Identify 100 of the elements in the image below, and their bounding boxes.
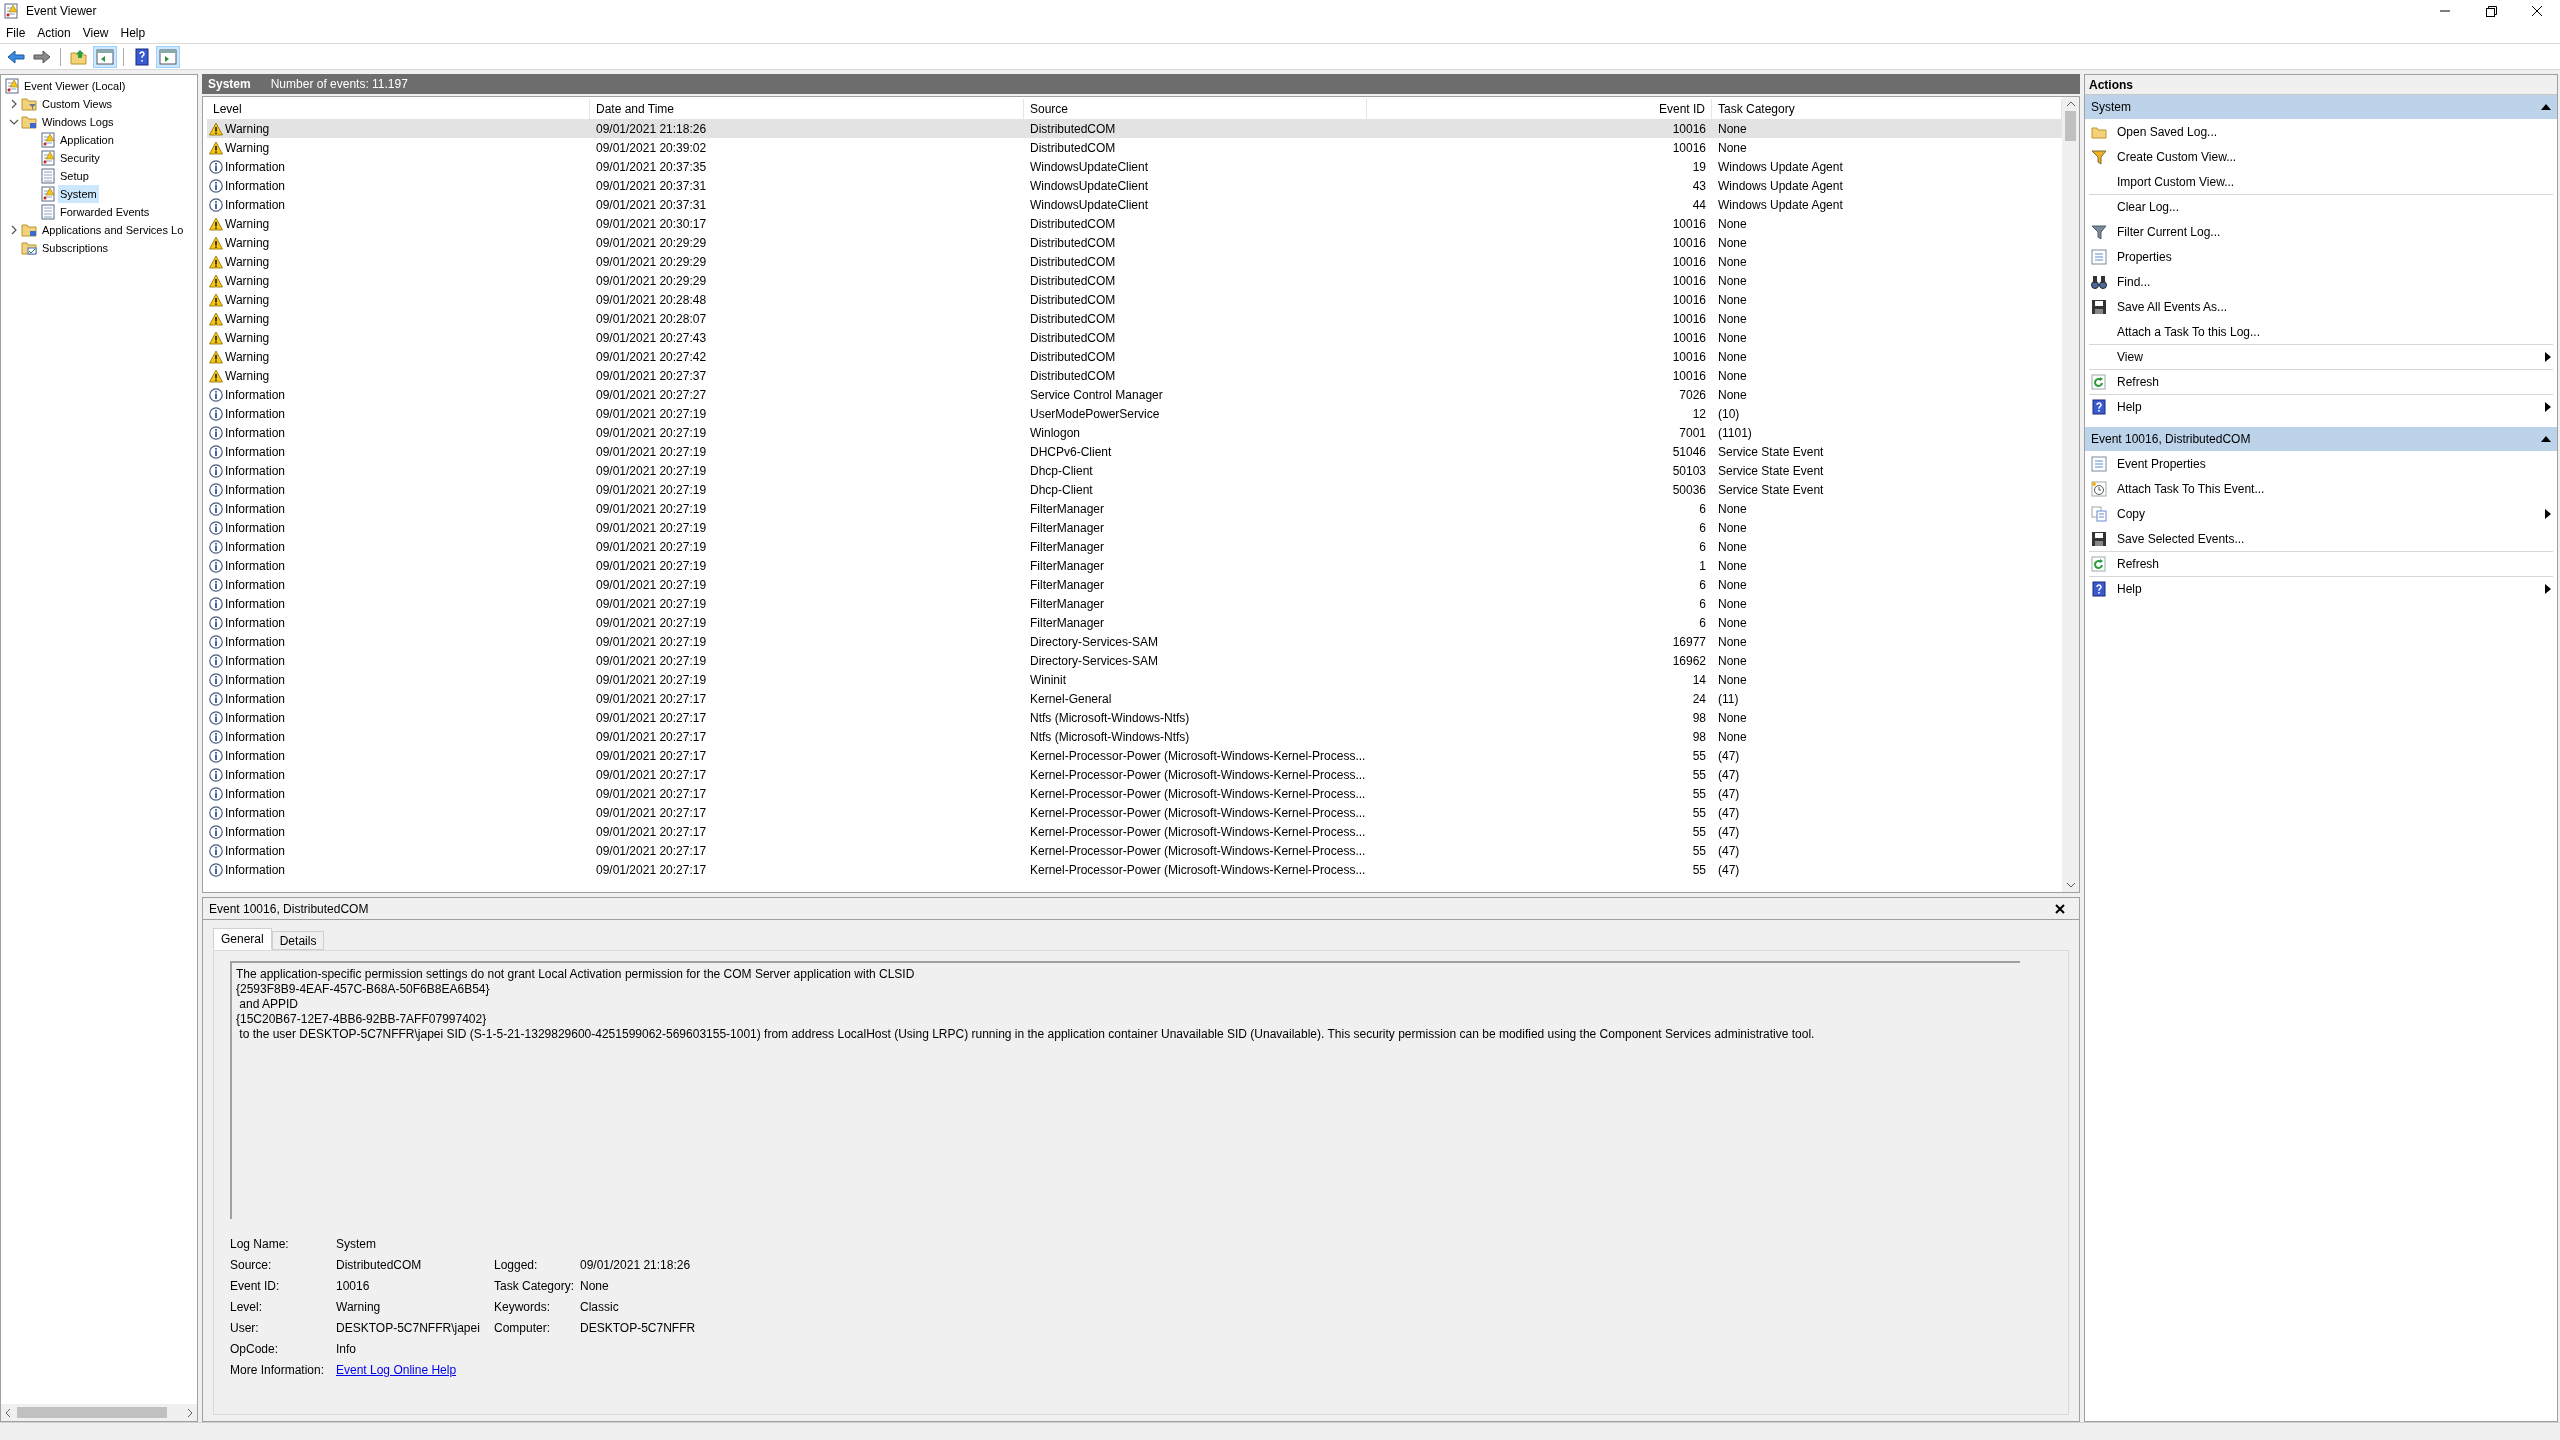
task-link[interactable]: Attach Task To This Event...	[2089, 477, 2553, 501]
expanded-chevron-icon[interactable]	[9, 117, 19, 127]
level-text: Warning	[225, 348, 270, 366]
category-cell-text: (1101)	[1717, 424, 1753, 442]
level-text: Information	[225, 500, 286, 518]
scrollbar-thumb[interactable]	[2065, 111, 2076, 141]
task-link[interactable]: Create Custom View...	[2089, 145, 2553, 169]
menu-item[interactable]: Help	[114, 23, 152, 42]
tree-item[interactable]: System	[58, 185, 99, 203]
level-text: Warning	[225, 310, 270, 328]
log-icon	[41, 168, 55, 184]
level-text: Information	[225, 519, 286, 537]
task-link[interactable]: Refresh	[2089, 552, 2553, 576]
task-link[interactable]: View	[2089, 345, 2553, 369]
date-cell-text: 09/01/2021 20:27:17	[595, 690, 708, 708]
menu-item[interactable]: File	[0, 23, 32, 42]
source-cell-text: FilterManager	[1029, 500, 1106, 518]
level-text: Warning	[225, 291, 270, 309]
info-icon	[209, 710, 223, 725]
event-id-cell-text: 6	[1698, 576, 1707, 594]
category-cell-text: None	[1717, 614, 1748, 632]
task-link[interactable]: Properties	[2089, 245, 2553, 269]
category-cell-text: None	[1717, 310, 1748, 328]
tree-item[interactable]: Forwarded Events	[58, 203, 152, 221]
source-cell-text: FilterManager	[1029, 557, 1106, 575]
date-cell-text: 09/01/2021 20:27:19	[595, 671, 708, 689]
category-cell-text: Service State Event	[1717, 443, 1825, 461]
warning-icon	[209, 140, 223, 155]
task-link[interactable]: Import Custom View...	[2089, 170, 2553, 194]
tab[interactable]: Details	[271, 931, 325, 950]
source-cell-text: DistributedCOM	[1029, 215, 1117, 233]
tree-item[interactable]: Application	[58, 131, 116, 149]
log-icon	[5, 78, 19, 94]
source-cell-text: WindowsUpdateClient	[1029, 196, 1150, 214]
collapse-arrow-icon[interactable]	[2541, 104, 2551, 110]
tab[interactable]: General	[213, 928, 272, 950]
task-link[interactable]: Filter Current Log...	[2089, 220, 2553, 244]
vertical-scrollbar[interactable]	[2062, 97, 2079, 892]
task-link[interactable]: Find...	[2089, 270, 2553, 294]
task-link[interactable]: Save All Events As...	[2089, 295, 2553, 319]
tree-item[interactable]: Applications and Services Lo	[40, 221, 186, 239]
category-cell-text: None	[1717, 367, 1748, 385]
source-cell-text: DistributedCOM	[1029, 348, 1117, 366]
help-link[interactable]: Event Log Online Help	[336, 1360, 457, 1379]
task-link[interactable]: Copy	[2089, 502, 2553, 526]
category-cell-text: None	[1717, 671, 1748, 689]
level-text: Information	[225, 728, 286, 746]
close-icon[interactable]	[2055, 903, 2065, 914]
task-link[interactable]: Event Properties	[2089, 452, 2553, 476]
info-icon	[209, 197, 223, 212]
info-icon	[209, 463, 223, 478]
tree-item[interactable]: Setup	[58, 167, 91, 185]
tree-item[interactable]: Event Viewer (Local)	[22, 77, 128, 95]
collapse-arrow-icon[interactable]	[2541, 436, 2551, 442]
task-link[interactable]: Attach a Task To this Log...	[2089, 320, 2553, 344]
horizontal-scrollbar[interactable]	[1, 1404, 197, 1421]
category-cell-text: None	[1717, 709, 1748, 727]
submenu-arrow-icon	[2545, 509, 2551, 519]
task-link[interactable]: Open Saved Log...	[2089, 120, 2553, 144]
field-value: 10016	[336, 1277, 371, 1295]
table-row[interactable]: Warning 09/01/2021 21:18:26 DistributedCOM 10016 None	[207, 119, 2062, 138]
source-cell-text: FilterManager	[1029, 576, 1106, 594]
category-cell-text: None	[1717, 538, 1748, 556]
category-cell-text: Service State Event	[1717, 462, 1825, 480]
menu-item[interactable]: View	[76, 23, 115, 42]
category-cell-text: None	[1717, 348, 1748, 366]
collapsed-chevron-icon[interactable]	[9, 99, 19, 109]
collapsed-chevron-icon[interactable]	[9, 225, 19, 235]
refresh-icon	[2091, 374, 2107, 390]
source-cell-text: FilterManager	[1029, 595, 1106, 613]
menu-item[interactable]: Action	[31, 23, 77, 42]
tree-item[interactable]: Windows Logs	[40, 113, 116, 131]
level-text: Information	[225, 671, 286, 689]
section-header[interactable]: System	[2085, 95, 2557, 119]
task-link[interactable]: Refresh	[2089, 370, 2553, 394]
date-cell-text: 09/01/2021 20:27:19	[595, 443, 708, 461]
task-link[interactable]: Clear Log...	[2089, 195, 2553, 219]
tree-item[interactable]: Subscriptions	[40, 239, 111, 257]
scrollbar-thumb[interactable]	[17, 1407, 167, 1418]
category-cell-text: (47)	[1717, 823, 1741, 841]
source-cell-text: Kernel-Processor-Power (Microsoft-Windows-Kernel-Process...	[1029, 823, 1367, 841]
tree-item[interactable]: Custom Views	[40, 95, 115, 113]
section-header[interactable]: Event 10016, DistributedCOM	[2085, 427, 2557, 451]
level-text: Information	[225, 158, 286, 176]
level-text: Information	[225, 823, 286, 841]
info-icon	[209, 615, 223, 630]
category-cell-text: None	[1717, 595, 1748, 613]
date-cell-text: 09/01/2021 20:27:17	[595, 728, 708, 746]
tree-item[interactable]: Security	[58, 149, 102, 167]
task-link[interactable]: Save Selected Events...	[2089, 527, 2553, 551]
message-line: The application-specific permission settings do not grant Local Activation permission for the COM Server application with CLSID	[236, 967, 916, 982]
category-cell-text: None	[1717, 386, 1748, 404]
date-cell-text: 09/01/2021 20:29:29	[595, 253, 708, 271]
event-id-cell-text: 6	[1698, 519, 1707, 537]
task-link[interactable]: Help	[2089, 395, 2553, 419]
level-text: Warning	[225, 253, 270, 271]
event-id-cell-text: 10016	[1671, 310, 1707, 328]
date-cell-text: 09/01/2021 20:27:17	[595, 804, 708, 822]
task-link[interactable]: Help	[2089, 577, 2553, 601]
field-value: Warning	[336, 1298, 382, 1316]
